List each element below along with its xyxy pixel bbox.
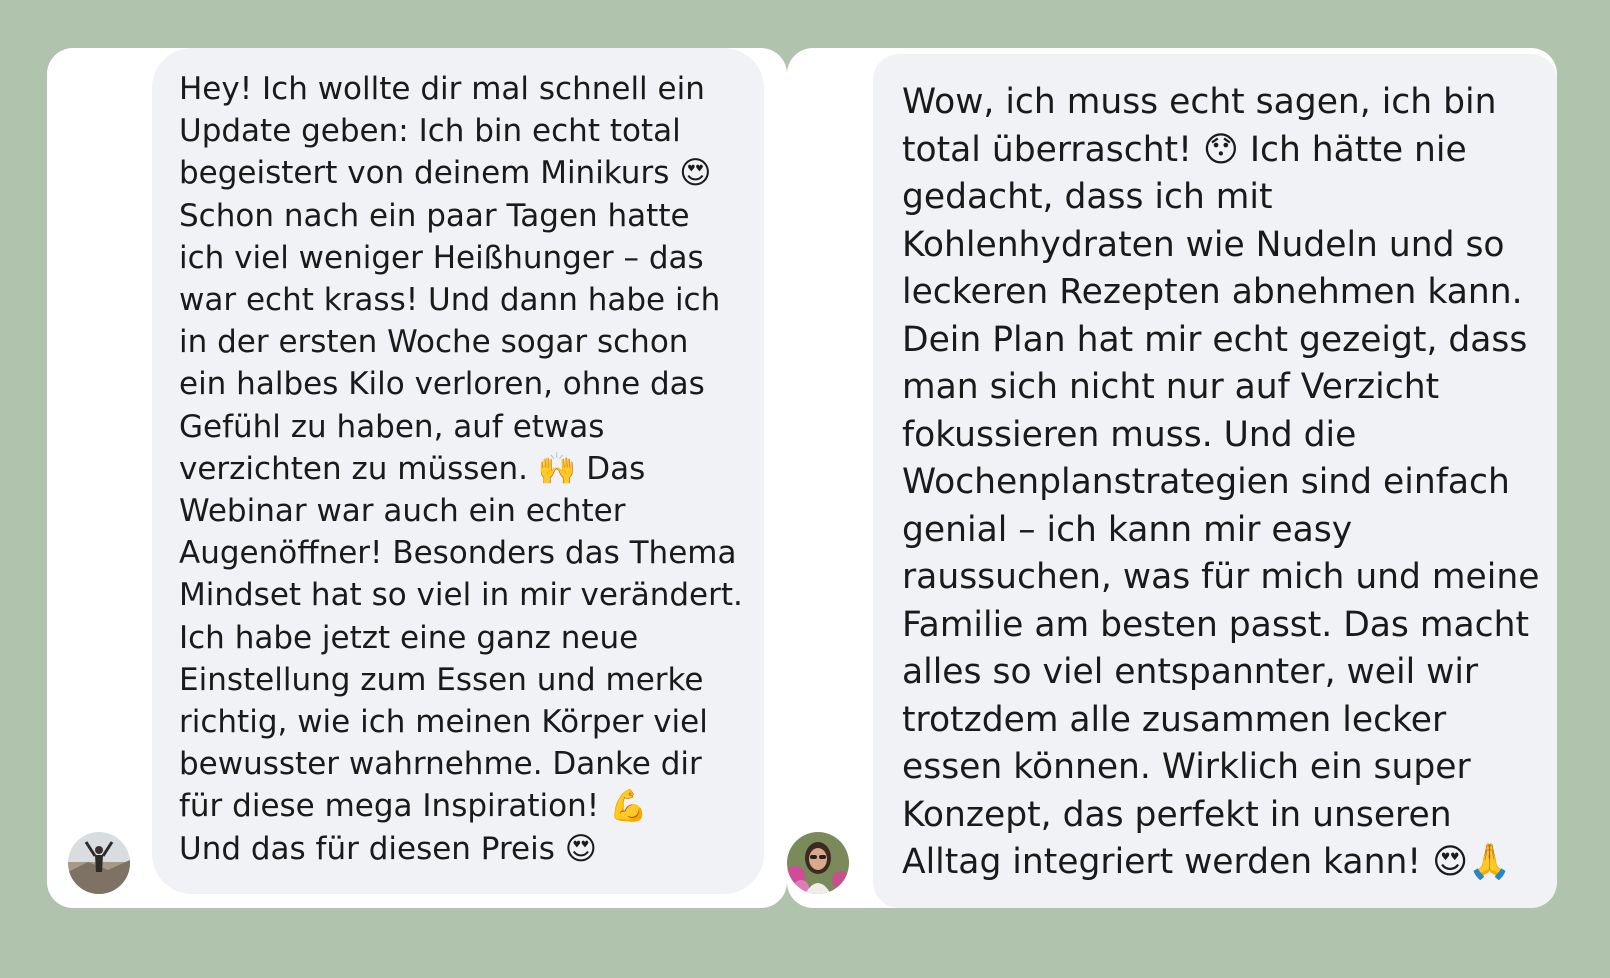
message-bubble: Wow, ich muss echt sagen, ich bin total … bbox=[873, 54, 1557, 908]
message-card-1: Hey! Ich wollte dir mal schnell ein Upda… bbox=[47, 48, 787, 908]
avatar[interactable] bbox=[787, 832, 849, 894]
message-text-line: Und das für diesen Preis 😍 bbox=[179, 830, 598, 867]
hiker-avatar-icon bbox=[68, 832, 130, 894]
message-card-2: Wow, ich muss echt sagen, ich bin total … bbox=[787, 48, 1557, 908]
message-text: Wow, ich muss echt sagen, ich bin total … bbox=[902, 82, 1540, 882]
message-bubble: Hey! Ich wollte dir mal schnell ein Upda… bbox=[152, 48, 764, 894]
message-text: Hey! Ich wollte dir mal schnell ein Upda… bbox=[179, 71, 743, 825]
avatar[interactable] bbox=[68, 832, 130, 894]
woman-flowers-avatar-icon bbox=[787, 832, 849, 894]
